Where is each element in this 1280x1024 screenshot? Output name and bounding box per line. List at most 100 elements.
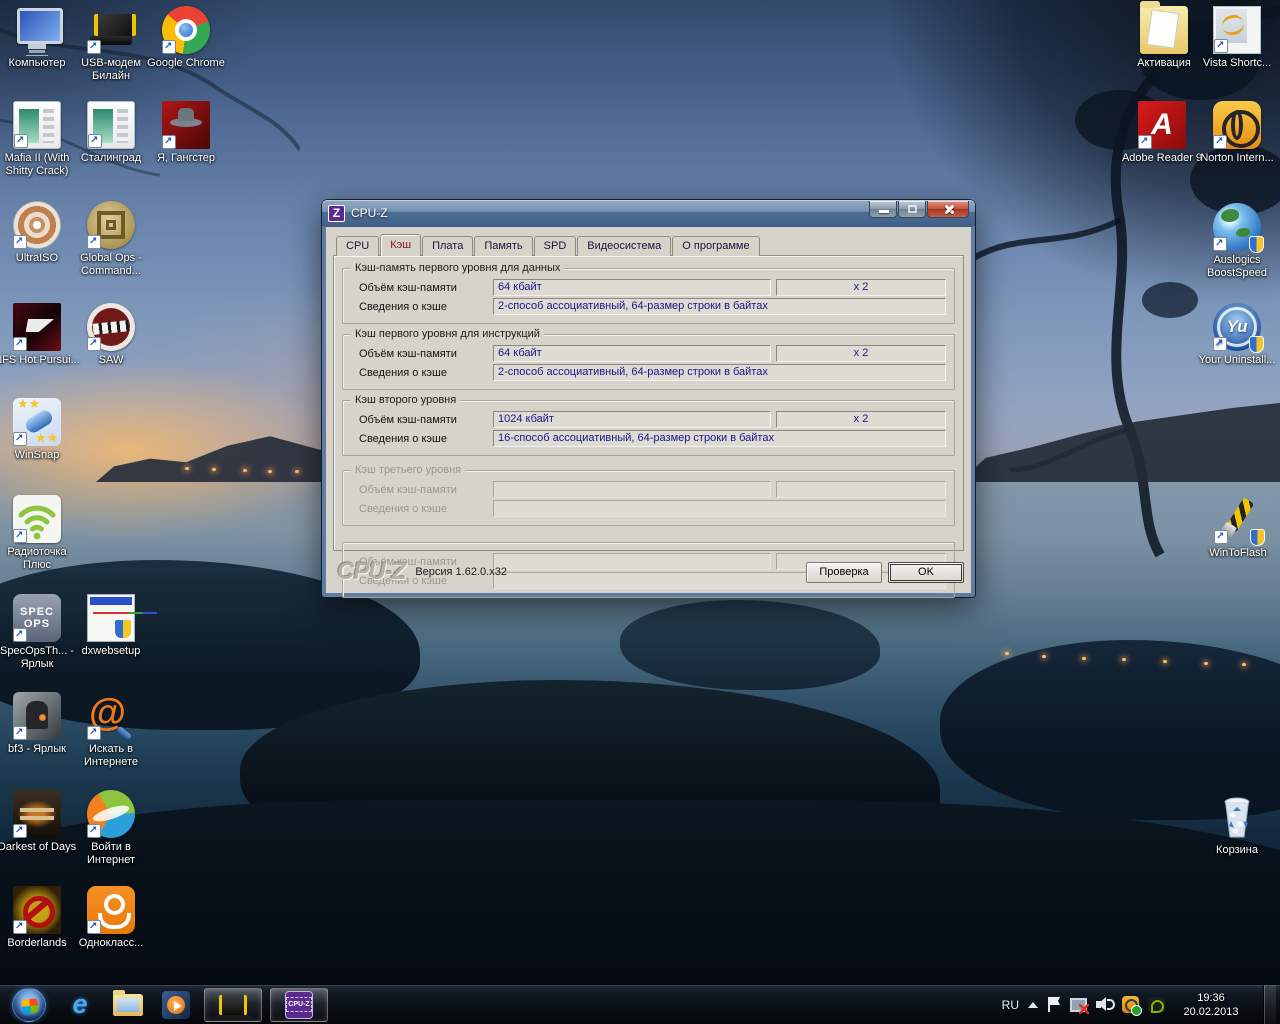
tab-cache[interactable]: Кэш bbox=[380, 234, 421, 256]
desktop-icon-label: WinSnap bbox=[0, 449, 80, 462]
shortcut-arrow-icon bbox=[87, 824, 101, 838]
close-button[interactable] bbox=[927, 201, 969, 218]
language-indicator[interactable]: RU bbox=[1002, 998, 1019, 1012]
desktop-icon-stalingrad[interactable]: Сталинград bbox=[68, 101, 154, 165]
volume-wave bbox=[1107, 999, 1115, 1010]
desktop-icon-global-ops[interactable]: Global Ops - Command... bbox=[68, 201, 154, 278]
cpuz-window: Z CPU-Z CPU Кэш Плата Память SPD Видеоси… bbox=[322, 200, 975, 597]
desktop-icon-gangster[interactable]: Я, Гангстер bbox=[143, 101, 229, 165]
desktop-icon-usb-modem[interactable]: USB-модем Билайн bbox=[68, 6, 154, 83]
internet-explorer-icon: e bbox=[72, 989, 87, 1020]
borderlands-icon bbox=[13, 886, 61, 934]
minimize-button[interactable] bbox=[869, 201, 897, 218]
cache-count-field[interactable]: x 2 bbox=[776, 345, 946, 362]
desktop-icon-search-internet[interactable]: Искать в Интернете bbox=[68, 692, 154, 769]
desktop-icon-label: Я, Гангстер bbox=[143, 152, 229, 165]
desktop-icon-saw[interactable]: SAW bbox=[68, 303, 154, 367]
show-desktop-button[interactable] bbox=[1263, 985, 1276, 1024]
desktop-icon-adobe-reader[interactable]: A Adobe Reader 9 bbox=[1119, 101, 1205, 165]
cache-info-field[interactable]: 2-способ ассоциативный, 64-размер строки… bbox=[493, 364, 946, 381]
tab-graphics[interactable]: Видеосистема bbox=[577, 236, 671, 256]
cache-size-field[interactable]: 64 кбайт bbox=[493, 279, 771, 296]
validate-button[interactable]: Проверка bbox=[806, 562, 882, 583]
city-light bbox=[1082, 657, 1086, 660]
desktop-icon-label: Auslogics BoostSpeed bbox=[1194, 254, 1280, 280]
media-player-icon bbox=[162, 991, 190, 1019]
cache-size-field[interactable]: 1024 кбайт bbox=[493, 411, 771, 428]
shortcut-arrow-icon bbox=[87, 920, 101, 934]
tab-cpu[interactable]: CPU bbox=[336, 236, 379, 256]
desktop-icon-google-chrome[interactable]: Google Chrome bbox=[143, 6, 229, 70]
window-titlebar[interactable]: Z CPU-Z bbox=[322, 200, 975, 226]
shortcut-arrow-icon bbox=[1213, 237, 1227, 251]
taskbar-explorer[interactable] bbox=[108, 988, 148, 1022]
version-label: Версия 1.62.0.x32 bbox=[415, 566, 800, 578]
city-light bbox=[1204, 662, 1208, 665]
shortcut-arrow-icon bbox=[1213, 337, 1227, 351]
tab-mainboard[interactable]: Плата bbox=[422, 236, 473, 256]
auslogics-globe-icon bbox=[1213, 203, 1261, 251]
taskbar-cpuz-app[interactable]: CPU-Z bbox=[270, 988, 328, 1022]
volume-icon[interactable] bbox=[1096, 997, 1113, 1012]
tab-about[interactable]: О программе bbox=[672, 236, 759, 256]
desktop-icon-vista-shortcut[interactable]: Vista Shortc... bbox=[1194, 6, 1280, 70]
shortcut-arrow-icon bbox=[162, 135, 176, 149]
desktop-icon-label: Adobe Reader 9 bbox=[1119, 152, 1205, 165]
city-light bbox=[185, 467, 189, 470]
desktop-icon-radiotochka[interactable]: Радиоточка Плюс bbox=[0, 495, 80, 572]
hidden-icons-arrow-icon[interactable] bbox=[1028, 1002, 1038, 1008]
cache-count-field[interactable]: x 2 bbox=[776, 279, 946, 296]
shortcut-arrow-icon bbox=[13, 824, 27, 838]
taskbar-media-player[interactable] bbox=[156, 988, 196, 1022]
cpuz-logo: CPU-Z bbox=[337, 558, 405, 586]
cache-count-field[interactable]: x 2 bbox=[776, 411, 946, 428]
network-disconnected-icon[interactable] bbox=[1070, 997, 1087, 1012]
dxwebsetup-icon bbox=[87, 594, 135, 642]
nvidia-tray-icon[interactable] bbox=[1148, 997, 1165, 1012]
usb-modem-icon bbox=[219, 995, 247, 1015]
cache-info-field[interactable]: 16-способ ассоциативный, 64-размер строк… bbox=[493, 430, 946, 447]
shortcut-arrow-icon bbox=[13, 432, 27, 446]
cache-info-field[interactable]: 2-способ ассоциативный, 64-размер строки… bbox=[493, 298, 946, 315]
desktop-icon-odnoklassniki[interactable]: Однокласс... bbox=[68, 886, 154, 950]
window-title: CPU-Z bbox=[351, 206, 868, 220]
tab-memory[interactable]: Память bbox=[474, 236, 532, 256]
shortcut-arrow-icon bbox=[162, 40, 176, 54]
desktop-icon-dxwebsetup[interactable]: dxwebsetup bbox=[68, 594, 154, 658]
desktop-icon-norton[interactable]: Norton Intern... bbox=[1194, 101, 1280, 165]
desktop-icon-winsnap[interactable]: WinSnap bbox=[0, 398, 80, 462]
ok-button[interactable]: OK bbox=[888, 562, 964, 583]
desktop-icon-your-uninstaller[interactable]: Yu Your Uninstall... bbox=[1194, 303, 1280, 367]
desktop-icon-wintoflash[interactable]: WinToFlash bbox=[1195, 496, 1280, 560]
tab-spd[interactable]: SPD bbox=[534, 236, 577, 256]
shortcut-arrow-icon bbox=[1214, 39, 1228, 53]
maximize-button[interactable] bbox=[898, 201, 926, 218]
desktop-icon-recycle-bin[interactable]: Корзина bbox=[1194, 793, 1280, 857]
shortcut-arrow-icon bbox=[87, 235, 101, 249]
norton-tray-icon[interactable] bbox=[1122, 996, 1139, 1013]
wifi-icon bbox=[13, 495, 61, 543]
minimize-icon bbox=[879, 210, 889, 213]
uac-shield-icon bbox=[1249, 236, 1264, 253]
cache-group-l1-inst: Кэш первого уровня для инструкций Объём … bbox=[342, 334, 955, 390]
shortcut-arrow-icon bbox=[1138, 135, 1152, 149]
taskbar-clock[interactable]: 19:36 20.02.2013 bbox=[1174, 991, 1248, 1019]
cache-size-field[interactable]: 64 кбайт bbox=[493, 345, 771, 362]
desktop-icon-label: Корзина bbox=[1194, 844, 1280, 857]
info-label: Сведения о кэше bbox=[351, 367, 493, 379]
taskbar-usb-modem-app[interactable] bbox=[204, 988, 262, 1022]
city-light bbox=[1122, 658, 1126, 661]
city-light bbox=[295, 470, 299, 473]
norton-icon bbox=[1213, 101, 1261, 149]
desktop-icon-join-internet[interactable]: Войти в Интернет bbox=[68, 790, 154, 867]
action-center-flag-icon[interactable] bbox=[1047, 997, 1061, 1012]
desktop-icon-label: Войти в Интернет bbox=[68, 841, 154, 867]
clock-time: 19:36 bbox=[1174, 991, 1248, 1005]
shortcut-arrow-icon bbox=[13, 726, 27, 740]
taskbar-ie[interactable]: e bbox=[60, 988, 100, 1022]
start-button[interactable] bbox=[12, 988, 46, 1022]
specops-text: SPEC bbox=[20, 606, 54, 618]
desktop-icon-auslogics[interactable]: Auslogics BoostSpeed bbox=[1194, 203, 1280, 280]
folder-icon bbox=[1140, 6, 1188, 54]
global-ops-icon bbox=[87, 201, 135, 249]
